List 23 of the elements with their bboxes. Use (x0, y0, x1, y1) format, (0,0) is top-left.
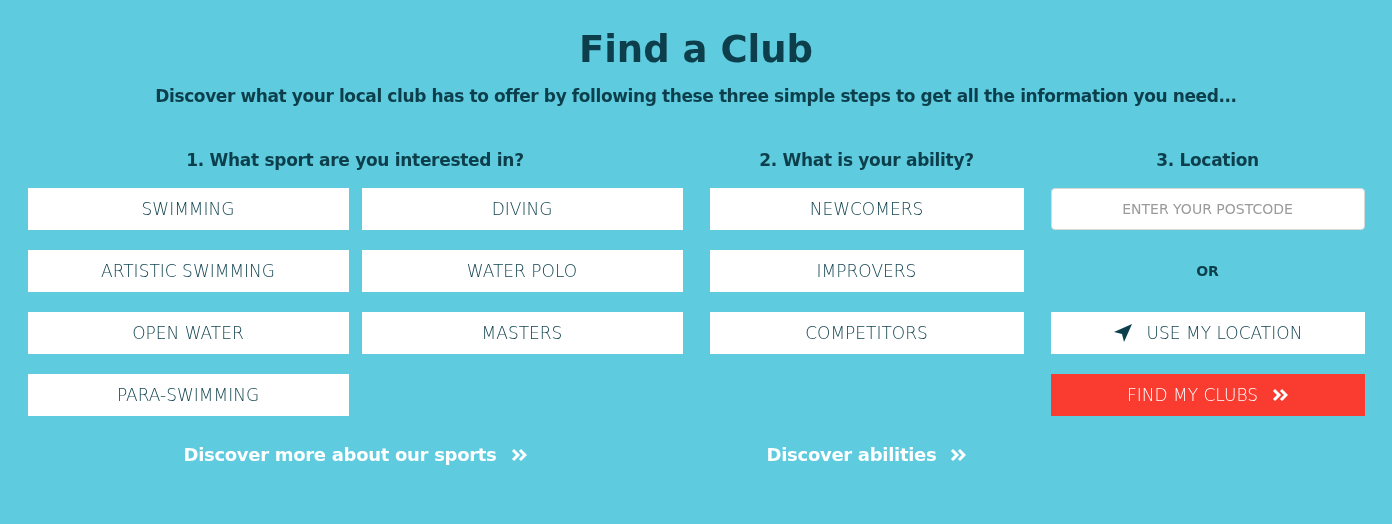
step-heading: 1. What sport are you interested in? (186, 149, 524, 172)
sport-option[interactable]: DIVING (361, 188, 683, 230)
use-location-button[interactable]: USE MY LOCATION (1050, 312, 1365, 354)
ability-option[interactable]: IMPROVERS (709, 250, 1024, 292)
or-separator: OR (1196, 262, 1219, 281)
ability-option[interactable]: NEWCOMERS (709, 188, 1024, 230)
navigation-arrow-icon (1112, 323, 1133, 343)
step-heading: 3. Location (1156, 149, 1259, 172)
intro-text: Discover what your local club has to offer by following these three simple steps to get all the information you need... (155, 85, 1237, 108)
double-chevron-icon (1272, 388, 1288, 402)
find-clubs-button[interactable]: FIND MY CLUBS (1050, 374, 1365, 416)
postcode-field[interactable]: ENTER YOUR POSTCODE (1050, 188, 1365, 230)
sport-option[interactable]: SWIMMING (27, 188, 349, 230)
double-chevron-icon (950, 447, 967, 462)
sport-option[interactable]: ARTISTIC SWIMMING (27, 250, 349, 292)
sport-option[interactable]: OPEN WATER (27, 312, 349, 354)
sport-option[interactable]: PARA-SWIMMING (27, 374, 349, 416)
double-chevron-icon (510, 447, 527, 462)
sport-option[interactable]: WATER POLO (361, 250, 683, 292)
sport-option[interactable]: MASTERS (361, 312, 683, 354)
step-heading: 2. What is your ability? (759, 149, 974, 172)
ability-option[interactable]: COMPETITORS (709, 312, 1024, 354)
page-title: Find a Club (578, 27, 814, 73)
